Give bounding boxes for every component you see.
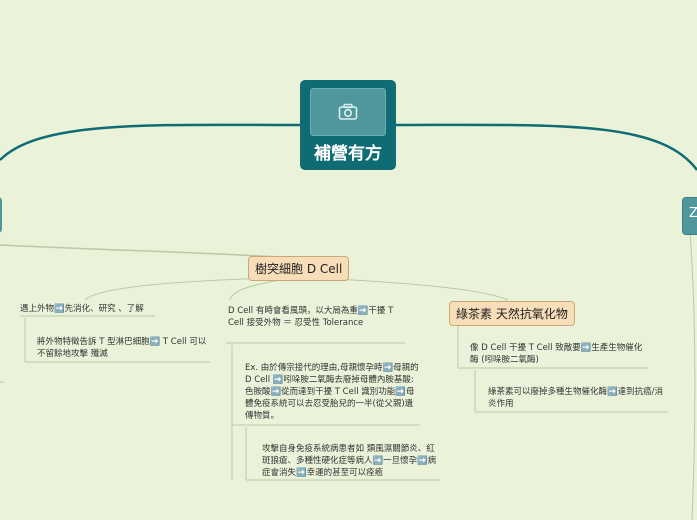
note-tcell-attack[interactable]: 將外物特徵告訴 T 型淋巴細胞➡️ T Cell 可以不留餘地攻擊 殲滅: [37, 336, 212, 360]
camera-icon: [338, 103, 358, 120]
right-branch-node[interactable]: Z: [682, 197, 697, 235]
topic-green-tea[interactable]: 綠茶素 天然抗氧化物: [449, 301, 575, 326]
central-title: 補營有方: [314, 144, 382, 164]
note-digest[interactable]: 遇上外物➡️先消化、研究 、了解: [20, 303, 170, 315]
note-pregnancy[interactable]: Ex. 由於傳宗接代的理由,母親懷孕時➡️母親的D Cell ➡️吲哚胺二氧酶去…: [245, 362, 421, 422]
central-topic[interactable]: 補營有方: [300, 80, 396, 170]
note-green-tea-effect[interactable]: 綠茶素可以廢掉多種生物催化酶➡️達到抗癌/消炎作用: [488, 386, 668, 410]
note-autoimmune[interactable]: 攻擊自身免疫系統病患者如 類風濕關節炎、紅斑狼瘡、多種性硬化症等病人➡️一旦懷孕…: [262, 443, 440, 479]
left-branch-node[interactable]: [0, 197, 2, 233]
right-branch-label: Z: [689, 206, 697, 221]
topic-dendritic-cell[interactable]: 樹突細胞 D Cell: [248, 256, 350, 281]
note-tolerance[interactable]: D Cell 有時會看風頭，以大局為重➡️干擾 T Cell 接受外物 ＝ 忍受…: [228, 305, 404, 329]
image-placeholder: [310, 88, 386, 136]
note-enzyme[interactable]: 像 D Cell 干擾 T Cell 致敵要➡️生產生物催化酶 (吲哚胺二氧酶): [470, 342, 650, 366]
